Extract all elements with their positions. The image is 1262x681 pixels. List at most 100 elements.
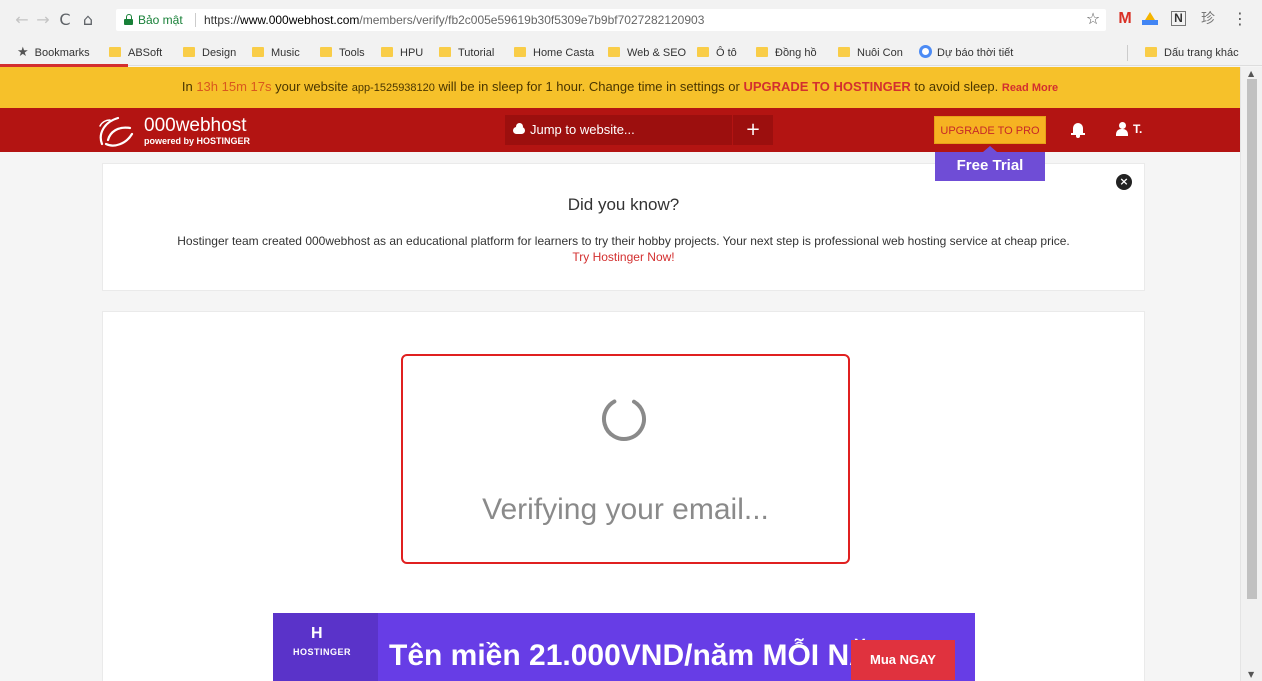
- logo-name: 000webhost: [144, 115, 247, 136]
- sleep-banner: In 13h 15m 17s your website app-15259381…: [0, 67, 1240, 108]
- bookmark-label: Design: [202, 47, 237, 59]
- bookmarks-separator: [1127, 45, 1128, 61]
- close-icon[interactable]: ×: [1116, 174, 1132, 190]
- bookmark-folder[interactable]: Tutorial: [439, 45, 494, 61]
- drive-icon[interactable]: [1140, 9, 1160, 29]
- app-name: app-1525938120: [351, 82, 435, 94]
- logo-swirl-icon: [99, 116, 134, 147]
- url-host: www.000webhost.com: [240, 13, 360, 27]
- ad-cta-button[interactable]: Mua NGAY: [851, 640, 955, 680]
- page-scrollbar[interactable]: ▲ ▼: [1240, 67, 1262, 681]
- lock-icon: [124, 14, 133, 25]
- bookmark-folder[interactable]: Đồng hồ: [756, 45, 817, 61]
- ad-logo-text: HOSTINGER: [293, 647, 352, 657]
- bookmark-label: ABSoft: [128, 47, 163, 59]
- reload-icon[interactable]: C: [55, 10, 75, 30]
- folder-icon: [439, 47, 451, 57]
- bookmark-star-icon[interactable]: ☆: [1083, 9, 1103, 29]
- verify-status-box: Verifying your email...: [401, 354, 850, 564]
- menu-icon[interactable]: ⋮: [1230, 9, 1250, 29]
- bookmarks-button[interactable]: ★ Bookmarks: [17, 45, 90, 61]
- logo-subtitle: powered by HOSTINGER: [144, 136, 251, 146]
- bookmark-label: Đồng hồ: [775, 47, 817, 59]
- bookmark-label: Nuôi Con: [857, 47, 903, 59]
- url-path: /members/verify/fb2c005e59619b30f5309e7b…: [359, 13, 705, 27]
- folder-icon: [838, 47, 850, 57]
- url-scheme: https://: [204, 13, 241, 27]
- bookmarks-label: Bookmarks: [34, 47, 90, 59]
- bookmark-folder[interactable]: Music: [252, 45, 300, 61]
- banner-text: your website: [271, 79, 352, 94]
- folder-icon: [381, 47, 393, 57]
- sleep-timer: 13h 15m 17s: [196, 79, 272, 94]
- hostinger-ad-banner[interactable]: H HOSTINGER Tên miền 21.000VND/năm MỖI N…: [273, 613, 975, 681]
- bookmark-folder[interactable]: Nuôi Con: [838, 45, 903, 61]
- home-icon[interactable]: ⌂: [78, 10, 98, 30]
- bookmark-label: Dự báo thời tiết: [937, 47, 1014, 59]
- bookmarks-star-icon: ★: [17, 45, 29, 60]
- folder-icon: [697, 47, 709, 57]
- bookmark-label: Home Casta: [533, 47, 595, 59]
- bookmark-folder[interactable]: ABSoft: [109, 45, 162, 61]
- user-name[interactable]: T.: [1133, 122, 1142, 136]
- did-you-know-title: Did you know?: [567, 195, 680, 214]
- bookmark-folder[interactable]: Web & SEO: [608, 45, 686, 61]
- bookmark-label: Ô tô: [716, 47, 737, 59]
- folder-icon: [514, 47, 526, 57]
- scroll-thumb[interactable]: [1247, 79, 1257, 599]
- address-bar[interactable]: Bảo mật https://www.000webhost.com/membe…: [116, 9, 1106, 31]
- try-hostinger-link[interactable]: Try Hostinger Now!: [103, 250, 1144, 264]
- gmail-icon[interactable]: M: [1115, 9, 1135, 29]
- bookmark-folder[interactable]: Ô tô: [697, 45, 737, 61]
- folder-icon: [109, 47, 121, 57]
- read-more-link[interactable]: Read More: [1002, 82, 1058, 94]
- cloud-icon: [513, 123, 525, 134]
- back-arrow-icon[interactable]: ←: [12, 10, 32, 30]
- bookmark-label: Dấu trang khác: [1164, 47, 1239, 59]
- bookmark-label: Music: [271, 47, 300, 59]
- bookmark-label: Tools: [339, 47, 365, 59]
- page-content: In 13h 15m 17s your website app-15259381…: [0, 67, 1240, 681]
- notion-icon[interactable]: N: [1171, 11, 1186, 26]
- upgrade-hostinger-link[interactable]: UPGRADE TO HOSTINGER: [743, 79, 910, 94]
- bookmark-folder[interactable]: Home Casta: [514, 45, 594, 61]
- hostinger-logo-icon: H: [311, 625, 323, 642]
- jump-to-website-dropdown[interactable]: Jump to website...: [505, 115, 732, 145]
- top-navbar: 000webhost powered by HOSTINGER Jump to …: [0, 108, 1240, 152]
- weather-icon: [919, 45, 932, 58]
- scroll-down-arrow-icon[interactable]: ▼: [1248, 670, 1254, 679]
- folder-icon: [756, 47, 768, 57]
- folder-icon: [320, 47, 332, 57]
- bookmark-label: Tutorial: [458, 47, 495, 59]
- folder-icon: [1145, 47, 1157, 57]
- translate-icon[interactable]: 珍: [1198, 9, 1218, 29]
- bookmark-folder[interactable]: HPU: [381, 45, 423, 61]
- ad-logo-panel: H HOSTINGER: [273, 613, 378, 681]
- user-icon[interactable]: [1116, 122, 1128, 138]
- other-bookmarks[interactable]: Dấu trang khác: [1145, 45, 1239, 61]
- upgrade-to-pro-button[interactable]: UPGRADE TO PRO: [934, 116, 1046, 144]
- url-text[interactable]: https://www.000webhost.com/members/verif…: [204, 9, 704, 31]
- folder-icon: [252, 47, 264, 57]
- jump-label: Jump to website...: [530, 122, 635, 137]
- add-website-button[interactable]: +: [733, 115, 773, 145]
- bookmark-label: Web & SEO: [627, 47, 687, 59]
- free-trial-badge[interactable]: Free Trial: [935, 146, 1045, 181]
- banner-text: In: [181, 79, 197, 94]
- bell-icon[interactable]: [1071, 122, 1085, 138]
- loading-spinner-icon: [602, 397, 646, 441]
- bookmark-folder[interactable]: Design: [183, 45, 236, 61]
- did-you-know-card: Did you know? Hostinger team created 000…: [102, 163, 1145, 291]
- bookmark-folder[interactable]: Tools: [320, 45, 365, 61]
- bookmark-label: HPU: [400, 47, 424, 59]
- forward-arrow-icon[interactable]: →: [33, 10, 53, 30]
- ad-headline: Tên miền 21.000VND/năm MỖI NĂM: [389, 639, 896, 672]
- bookmark-weather[interactable]: Dự báo thời tiết: [919, 45, 1013, 61]
- logo[interactable]: 000webhost powered by HOSTINGER: [96, 114, 266, 148]
- did-you-know-text: Hostinger team created 000webhost as an …: [177, 234, 1070, 248]
- scroll-up-arrow-icon[interactable]: ▲: [1248, 69, 1254, 78]
- bookmarks-bar: ★ Bookmarks ABSoft Design Music Tools HPU…: [0, 40, 1262, 66]
- banner-text: to avoid sleep.: [910, 79, 1002, 94]
- folder-icon: [608, 47, 620, 57]
- secure-label: Bảo mật: [138, 13, 183, 27]
